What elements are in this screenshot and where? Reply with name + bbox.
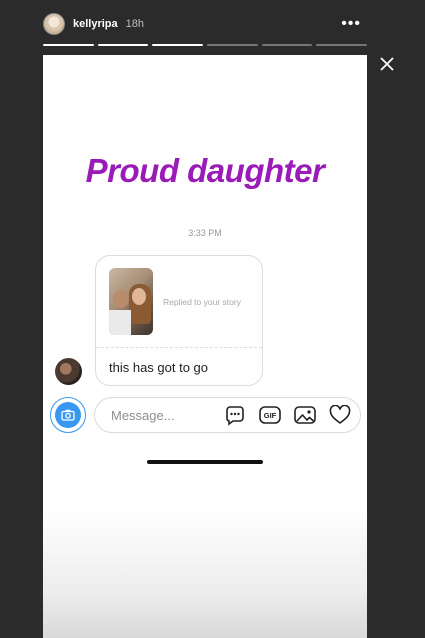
story-progress [43, 44, 368, 47]
avatar[interactable] [43, 13, 65, 35]
message-composer: GIF [50, 396, 361, 434]
gallery-icon[interactable] [293, 403, 317, 427]
message-bubble: Replied to your story this has got to go [95, 255, 263, 386]
gif-icon[interactable]: GIF [258, 403, 282, 427]
message-timestamp: 3:33 PM [188, 228, 222, 238]
progress-segment [152, 44, 204, 46]
sender-avatar[interactable] [55, 358, 82, 385]
message-input-box: GIF [94, 397, 361, 433]
progress-segment [97, 44, 149, 46]
camera-button[interactable] [50, 397, 86, 433]
story-content: Proud daughter 3:33 PM Replied to your s… [43, 55, 367, 638]
progress-fill [152, 44, 204, 46]
progress-segment [316, 44, 368, 46]
more-dots-icon[interactable]: ••• [341, 16, 367, 32]
text-sticker: Proud daughter [85, 152, 325, 189]
progress-segment [261, 44, 313, 46]
message-input[interactable] [111, 407, 211, 423]
time-ago: 18h [125, 18, 144, 30]
progress-fill [43, 44, 94, 46]
progress-segment [207, 44, 258, 46]
sticker-chat-icon[interactable] [223, 403, 247, 427]
home-indicator [147, 460, 263, 464]
close-icon[interactable] [377, 55, 397, 75]
camera-icon [55, 402, 81, 428]
story-thumbnail[interactable] [109, 268, 153, 335]
username[interactable]: kellyripa [73, 18, 118, 30]
progress-segment [43, 44, 94, 46]
divider [96, 347, 262, 348]
gif-label: GIF [263, 410, 277, 420]
message-text: this has got to go [109, 360, 209, 375]
reply-label: Replied to your story [163, 297, 241, 307]
story-header: kellyripa 18h ••• [43, 10, 367, 38]
progress-fill [97, 44, 149, 46]
heart-icon[interactable] [328, 403, 352, 427]
